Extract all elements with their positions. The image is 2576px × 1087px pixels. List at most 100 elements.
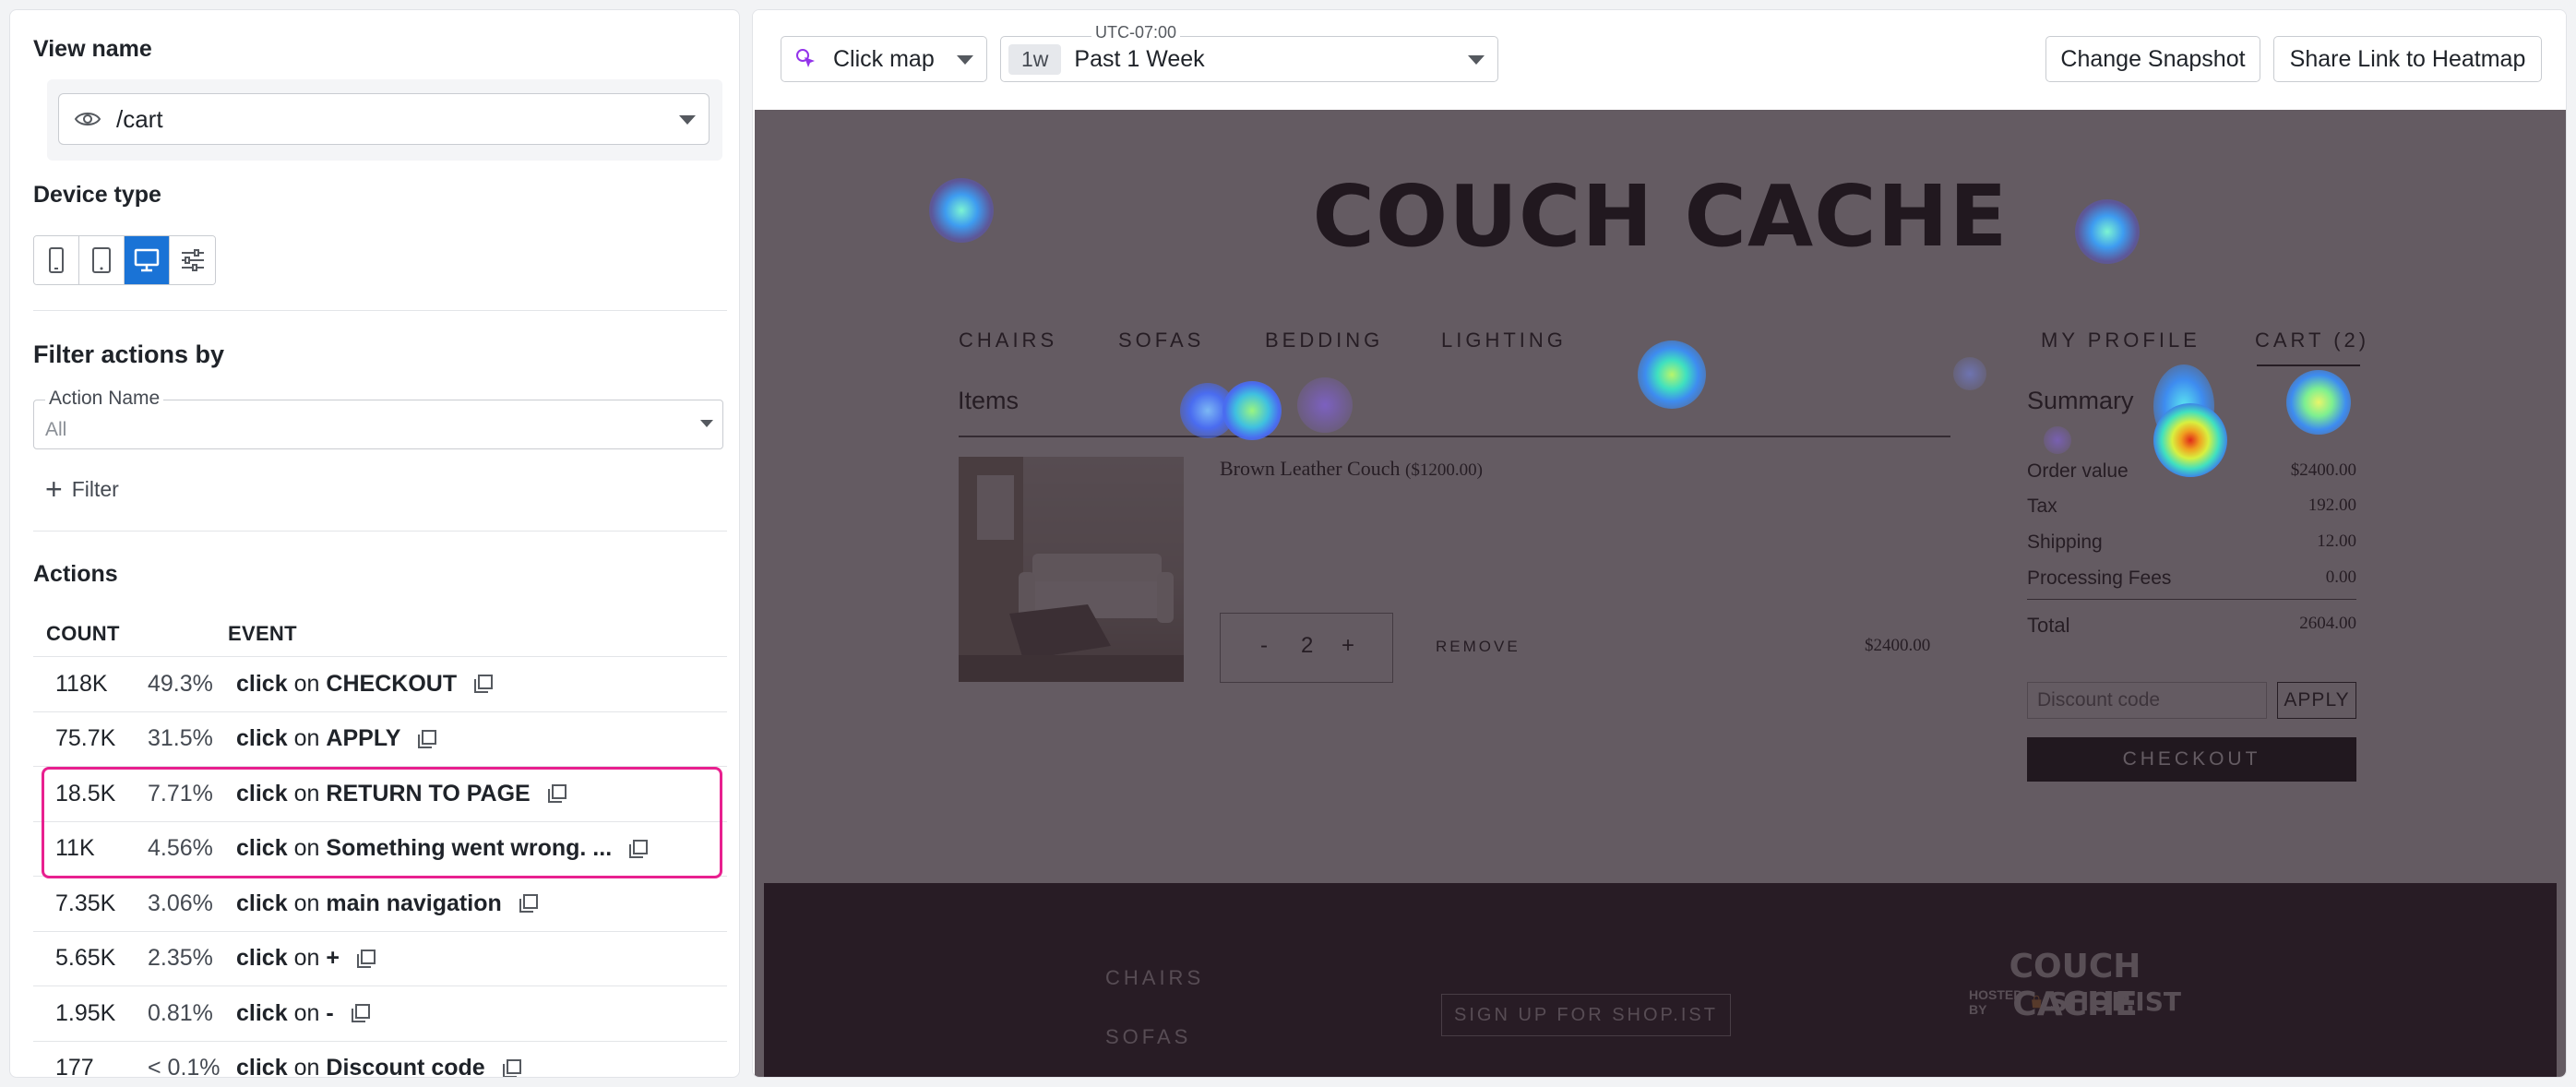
- footer-link-sofas[interactable]: SOFAS: [1105, 1025, 1191, 1049]
- copy-icon[interactable]: [417, 729, 437, 749]
- device-custom-button[interactable]: [170, 236, 215, 284]
- table-row[interactable]: 118K 49.3% click on CHECKOUT: [33, 656, 727, 711]
- checkout-button[interactable]: CHECKOUT: [2027, 737, 2356, 782]
- event-target: -: [326, 999, 334, 1026]
- nav-lighting[interactable]: LIGHTING: [1441, 328, 1567, 352]
- plus-icon: +: [45, 472, 63, 506]
- discount-code-input[interactable]: [2027, 682, 2267, 719]
- table-row[interactable]: 5.65K 2.35% click on +: [33, 930, 727, 986]
- product-name: Brown Leather Couch ($1200.00): [1220, 457, 1483, 481]
- site-logo: COUCH CACHE: [1312, 167, 2009, 266]
- row-count: 75.7K: [55, 725, 116, 752]
- event-verb: click: [236, 670, 288, 697]
- event-target: Something went wrong. ...: [326, 835, 613, 862]
- summary-value: 0.00: [2325, 567, 2356, 587]
- event-on: on: [293, 725, 320, 752]
- product-title: Brown Leather Couch: [1220, 457, 1401, 480]
- row-percent: 4.56%: [148, 835, 213, 862]
- event-verb: click: [236, 780, 288, 806]
- table-row[interactable]: 7.35K 3.06% click on main navigation: [33, 876, 727, 931]
- nav-cart[interactable]: CART (2): [2255, 328, 2369, 352]
- table-row[interactable]: 11K 4.56% click on Something went wrong. .…: [33, 820, 727, 877]
- event-on: on: [293, 780, 320, 806]
- row-event: click on APPLY: [236, 725, 437, 752]
- row-percent: 2.35%: [148, 945, 213, 972]
- copy-icon[interactable]: [351, 1003, 371, 1023]
- copy-icon[interactable]: [502, 1058, 522, 1078]
- action-name-value: All: [45, 419, 67, 440]
- map-type-select[interactable]: Click map: [781, 36, 987, 82]
- event-target: CHECKOUT: [326, 670, 458, 697]
- hosted-by: HOSTED BY SHOP.IST: [1969, 986, 2181, 1017]
- desktop-icon: [134, 248, 160, 272]
- qty-increment-button[interactable]: +: [1342, 633, 1354, 659]
- chevron-down-icon: [1468, 55, 1485, 65]
- summary-row: Processing Fees 0.00: [2027, 567, 2356, 590]
- remove-button[interactable]: REMOVE: [1436, 638, 1521, 656]
- copy-icon[interactable]: [519, 893, 539, 914]
- summary-label: Processing Fees: [2027, 567, 2172, 589]
- device-type-title: Device type: [33, 182, 161, 208]
- device-tablet-button[interactable]: [79, 236, 125, 284]
- chevron-down-icon: [679, 115, 696, 125]
- table-row[interactable]: 177 < 0.1% click on Discount code: [33, 1040, 727, 1078]
- change-snapshot-button[interactable]: Change Snapshot: [2045, 36, 2260, 82]
- row-event: click on CHECKOUT: [236, 671, 494, 698]
- device-type-toggle: [33, 235, 216, 285]
- product-price: ($1200.00): [1405, 460, 1483, 480]
- copy-icon[interactable]: [628, 839, 649, 859]
- eye-icon: [74, 113, 101, 125]
- divider: [33, 310, 727, 311]
- device-mobile-button[interactable]: [34, 236, 79, 284]
- summary-value: 192.00: [2308, 496, 2356, 515]
- row-count: 11K: [55, 835, 95, 862]
- summary-label: Shipping: [2027, 532, 2103, 553]
- copy-icon[interactable]: [547, 783, 567, 804]
- heat-spot: [2044, 426, 2071, 454]
- total-label: Total: [2027, 614, 2070, 637]
- timezone-label: UTC-07:00: [1091, 23, 1181, 42]
- heatmap-toolbar: Click map 1w Past 1 Week UTC-07:00 Chang…: [753, 10, 2566, 110]
- nav-my-profile[interactable]: MY PROFILE: [2041, 328, 2200, 352]
- device-desktop-button[interactable]: [125, 236, 170, 284]
- signup-button[interactable]: SIGN UP FOR SHOP.IST: [1441, 994, 1731, 1036]
- row-count: 7.35K: [55, 890, 116, 916]
- add-filter-label: Filter: [71, 476, 119, 501]
- cursor-click-icon: [796, 49, 815, 67]
- table-row[interactable]: 1.95K 0.81% click on -: [33, 985, 727, 1041]
- filter-title: Filter actions by: [33, 340, 225, 368]
- nav-chairs[interactable]: CHAIRS: [959, 328, 1057, 352]
- table-row[interactable]: 75.7K 31.5% click on APPLY: [33, 711, 727, 767]
- view-name-title: View name: [33, 36, 152, 62]
- date-range-select[interactable]: 1w Past 1 Week: [1000, 36, 1498, 82]
- row-percent: 7.71%: [148, 780, 213, 806]
- sliders-icon: [181, 249, 204, 271]
- row-percent: < 0.1%: [148, 1055, 221, 1078]
- row-count: 177: [55, 1055, 94, 1078]
- event-verb: click: [236, 1055, 288, 1078]
- qty-decrement-button[interactable]: -: [1260, 633, 1268, 659]
- footer-link-chairs[interactable]: CHAIRS: [1105, 966, 1204, 990]
- nav-bedding[interactable]: BEDDING: [1265, 328, 1383, 352]
- summary-value: 12.00: [2317, 532, 2356, 551]
- row-percent: 31.5%: [148, 725, 213, 752]
- event-on: on: [293, 945, 320, 972]
- event-on: on: [293, 1055, 320, 1078]
- copy-icon[interactable]: [473, 674, 494, 694]
- row-percent: 0.81%: [148, 999, 213, 1026]
- total-row: Total 2604.00: [2027, 614, 2356, 638]
- nav-sofas[interactable]: SOFAS: [1118, 328, 1204, 352]
- apply-button[interactable]: APPLY: [2277, 682, 2356, 719]
- copy-icon[interactable]: [356, 949, 376, 969]
- table-row[interactable]: 18.5K 7.71% click on RETURN TO PAGE: [33, 766, 727, 821]
- share-link-button[interactable]: Share Link to Heatmap: [2273, 36, 2542, 82]
- action-name-label: Action Name: [45, 388, 164, 410]
- add-filter-button[interactable]: + Filter: [45, 474, 119, 504]
- summary-label: Tax: [2027, 496, 2057, 517]
- event-verb: click: [236, 945, 288, 972]
- row-count: 118K: [55, 670, 108, 697]
- heatmap-viewer: Click map 1w Past 1 Week UTC-07:00 Chang…: [752, 9, 2567, 1078]
- row-event: click on Something went wrong. ...: [236, 835, 649, 862]
- view-select[interactable]: /cart: [58, 93, 710, 145]
- row-percent: 49.3%: [148, 670, 213, 697]
